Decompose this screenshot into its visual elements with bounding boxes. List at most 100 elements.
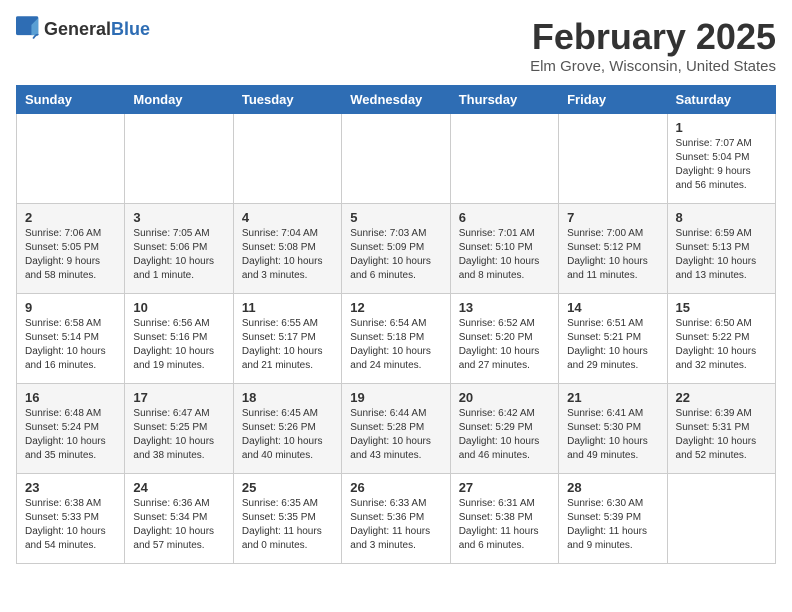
day-info: Sunrise: 6:45 AM Sunset: 5:26 PM Dayligh…	[242, 407, 333, 463]
day-number: 24	[133, 480, 224, 495]
calendar-cell: 3 Sunrise: 7:05 AM Sunset: 5:06 PM Daylig…	[125, 204, 233, 294]
calendar-cell: 13 Sunrise: 6:52 AM Sunset: 5:20 PM Dayli…	[450, 294, 558, 384]
calendar-cell	[450, 114, 558, 204]
title-area: February 2025 Elm Grove, Wisconsin, Unit…	[530, 16, 776, 75]
day-info: Sunrise: 6:30 AM Sunset: 5:39 PM Dayligh…	[567, 497, 658, 553]
calendar-cell: 16 Sunrise: 6:48 AM Sunset: 5:24 PM Dayli…	[17, 384, 125, 474]
day-info: Sunrise: 7:04 AM Sunset: 5:08 PM Dayligh…	[242, 227, 333, 283]
day-info: Sunrise: 6:56 AM Sunset: 5:16 PM Dayligh…	[133, 317, 224, 373]
day-number: 8	[676, 210, 767, 225]
day-number: 11	[242, 300, 333, 315]
day-number: 21	[567, 390, 658, 405]
day-info: Sunrise: 7:01 AM Sunset: 5:10 PM Dayligh…	[459, 227, 550, 283]
day-info: Sunrise: 6:52 AM Sunset: 5:20 PM Dayligh…	[459, 317, 550, 373]
calendar-cell: 8 Sunrise: 6:59 AM Sunset: 5:13 PM Daylig…	[667, 204, 775, 294]
day-info: Sunrise: 6:35 AM Sunset: 5:35 PM Dayligh…	[242, 497, 333, 553]
day-number: 6	[459, 210, 550, 225]
day-number: 28	[567, 480, 658, 495]
calendar: SundayMondayTuesdayWednesdayThursdayFrid…	[16, 85, 776, 564]
day-of-week-wednesday: Wednesday	[342, 86, 450, 114]
day-number: 22	[676, 390, 767, 405]
day-number: 7	[567, 210, 658, 225]
day-info: Sunrise: 6:33 AM Sunset: 5:36 PM Dayligh…	[350, 497, 441, 553]
day-of-week-tuesday: Tuesday	[233, 86, 341, 114]
day-info: Sunrise: 6:55 AM Sunset: 5:17 PM Dayligh…	[242, 317, 333, 373]
day-number: 23	[25, 480, 116, 495]
header: GeneralBlue February 2025 Elm Grove, Wis…	[16, 16, 776, 75]
day-number: 25	[242, 480, 333, 495]
calendar-cell: 2 Sunrise: 7:06 AM Sunset: 5:05 PM Daylig…	[17, 204, 125, 294]
calendar-cell: 22 Sunrise: 6:39 AM Sunset: 5:31 PM Dayli…	[667, 384, 775, 474]
day-number: 19	[350, 390, 441, 405]
logo-text: GeneralBlue	[44, 20, 150, 40]
day-number: 10	[133, 300, 224, 315]
day-info: Sunrise: 6:36 AM Sunset: 5:34 PM Dayligh…	[133, 497, 224, 553]
calendar-cell	[667, 474, 775, 564]
location: Elm Grove, Wisconsin, United States	[530, 58, 776, 75]
calendar-cell: 20Sunrise: 6:42 AM Sunset: 5:29 PM Dayli…	[450, 384, 558, 474]
calendar-cell	[125, 114, 233, 204]
day-number: 15	[676, 300, 767, 315]
calendar-week-row: 2 Sunrise: 7:06 AM Sunset: 5:05 PM Daylig…	[17, 204, 776, 294]
calendar-cell: 23 Sunrise: 6:38 AM Sunset: 5:33 PM Dayli…	[17, 474, 125, 564]
month-title: February 2025	[530, 16, 776, 58]
calendar-cell	[342, 114, 450, 204]
day-of-week-monday: Monday	[125, 86, 233, 114]
day-of-week-sunday: Sunday	[17, 86, 125, 114]
day-number: 13	[459, 300, 550, 315]
day-info: Sunrise: 6:51 AM Sunset: 5:21 PM Dayligh…	[567, 317, 658, 373]
day-number: 26	[350, 480, 441, 495]
calendar-cell: 10 Sunrise: 6:56 AM Sunset: 5:16 PM Dayli…	[125, 294, 233, 384]
day-number: 17	[133, 390, 224, 405]
calendar-cell	[559, 114, 667, 204]
calendar-cell: 12Sunrise: 6:54 AM Sunset: 5:18 PM Dayli…	[342, 294, 450, 384]
calendar-cell	[17, 114, 125, 204]
calendar-cell: 18 Sunrise: 6:45 AM Sunset: 5:26 PM Dayli…	[233, 384, 341, 474]
calendar-week-row: 23 Sunrise: 6:38 AM Sunset: 5:33 PM Dayli…	[17, 474, 776, 564]
day-info: Sunrise: 6:48 AM Sunset: 5:24 PM Dayligh…	[25, 407, 116, 463]
day-number: 16	[25, 390, 116, 405]
calendar-cell: 1 Sunrise: 7:07 AM Sunset: 5:04 PM Daylig…	[667, 114, 775, 204]
day-number: 14	[567, 300, 658, 315]
day-info: Sunrise: 6:39 AM Sunset: 5:31 PM Dayligh…	[676, 407, 767, 463]
day-info: Sunrise: 6:38 AM Sunset: 5:33 PM Dayligh…	[25, 497, 116, 553]
day-info: Sunrise: 7:07 AM Sunset: 5:04 PM Dayligh…	[676, 137, 767, 193]
day-number: 20	[459, 390, 550, 405]
calendar-cell: 24 Sunrise: 6:36 AM Sunset: 5:34 PM Dayli…	[125, 474, 233, 564]
generalblue-icon	[16, 16, 40, 44]
day-info: Sunrise: 7:05 AM Sunset: 5:06 PM Dayligh…	[133, 227, 224, 283]
day-info: Sunrise: 6:44 AM Sunset: 5:28 PM Dayligh…	[350, 407, 441, 463]
day-info: Sunrise: 6:50 AM Sunset: 5:22 PM Dayligh…	[676, 317, 767, 373]
calendar-cell: 7 Sunrise: 7:00 AM Sunset: 5:12 PM Daylig…	[559, 204, 667, 294]
calendar-cell: 15 Sunrise: 6:50 AM Sunset: 5:22 PM Dayli…	[667, 294, 775, 384]
day-of-week-thursday: Thursday	[450, 86, 558, 114]
calendar-cell: 9 Sunrise: 6:58 AM Sunset: 5:14 PM Daylig…	[17, 294, 125, 384]
logo: GeneralBlue	[16, 16, 150, 44]
day-info: Sunrise: 6:59 AM Sunset: 5:13 PM Dayligh…	[676, 227, 767, 283]
calendar-cell: 4 Sunrise: 7:04 AM Sunset: 5:08 PM Daylig…	[233, 204, 341, 294]
day-of-week-saturday: Saturday	[667, 86, 775, 114]
day-info: Sunrise: 6:31 AM Sunset: 5:38 PM Dayligh…	[459, 497, 550, 553]
day-info: Sunrise: 6:54 AM Sunset: 5:18 PM Dayligh…	[350, 317, 441, 373]
day-number: 3	[133, 210, 224, 225]
day-number: 9	[25, 300, 116, 315]
calendar-cell: 5Sunrise: 7:03 AM Sunset: 5:09 PM Daylig…	[342, 204, 450, 294]
calendar-cell: 17 Sunrise: 6:47 AM Sunset: 5:25 PM Dayli…	[125, 384, 233, 474]
calendar-week-row: 16 Sunrise: 6:48 AM Sunset: 5:24 PM Dayli…	[17, 384, 776, 474]
day-number: 4	[242, 210, 333, 225]
day-number: 2	[25, 210, 116, 225]
calendar-week-row: 9 Sunrise: 6:58 AM Sunset: 5:14 PM Daylig…	[17, 294, 776, 384]
day-info: Sunrise: 6:47 AM Sunset: 5:25 PM Dayligh…	[133, 407, 224, 463]
day-number: 1	[676, 120, 767, 135]
day-number: 18	[242, 390, 333, 405]
calendar-cell: 19 Sunrise: 6:44 AM Sunset: 5:28 PM Dayli…	[342, 384, 450, 474]
day-info: Sunrise: 6:41 AM Sunset: 5:30 PM Dayligh…	[567, 407, 658, 463]
day-info: Sunrise: 7:03 AM Sunset: 5:09 PM Dayligh…	[350, 227, 441, 283]
calendar-cell: 28 Sunrise: 6:30 AM Sunset: 5:39 PM Dayli…	[559, 474, 667, 564]
day-info: Sunrise: 6:58 AM Sunset: 5:14 PM Dayligh…	[25, 317, 116, 373]
day-of-week-friday: Friday	[559, 86, 667, 114]
calendar-week-row: 1 Sunrise: 7:07 AM Sunset: 5:04 PM Daylig…	[17, 114, 776, 204]
calendar-header-row: SundayMondayTuesdayWednesdayThursdayFrid…	[17, 86, 776, 114]
day-info: Sunrise: 7:06 AM Sunset: 5:05 PM Dayligh…	[25, 227, 116, 283]
day-info: Sunrise: 7:00 AM Sunset: 5:12 PM Dayligh…	[567, 227, 658, 283]
